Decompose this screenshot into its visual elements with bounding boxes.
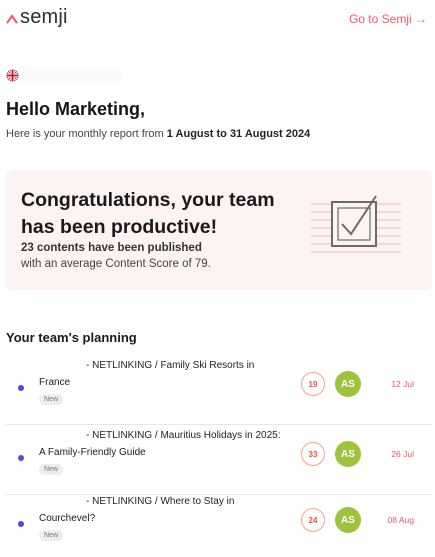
due-date: 12 Jul xyxy=(391,379,414,389)
item-title-line2[interactable]: A Family-Friendly Guide xyxy=(39,447,146,458)
semji-chevron-icon xyxy=(6,14,18,24)
congrats-title: Congratulations, your team has been prod… xyxy=(21,189,275,238)
report-period: Here is your monthly report from 1 Augus… xyxy=(6,128,310,140)
item-title-line1[interactable]: - NETLINKING / Family Ski Resorts in xyxy=(86,360,254,371)
planning-item[interactable]: - NETLINKING / Family Ski Resorts in Fra… xyxy=(6,357,432,425)
report-date-mid: to xyxy=(213,128,230,140)
uk-flag-icon xyxy=(6,69,19,82)
report-date-end: 31 August 2024 xyxy=(229,128,311,140)
assignee-avatar: AS xyxy=(335,371,361,397)
go-to-semji-link[interactable]: Go to Semji → xyxy=(349,12,427,26)
planning-item[interactable]: - NETLINKING / Where to Stay in Courchev… xyxy=(6,493,432,557)
planning-item[interactable]: - NETLINKING / Mauritius Holidays in 202… xyxy=(6,427,432,495)
redacted-label xyxy=(39,430,85,441)
greeting-title: Hello Marketing, xyxy=(6,99,146,119)
semji-logo[interactable]: semji xyxy=(6,6,68,29)
due-date: 08 Aug xyxy=(387,515,414,525)
email-header: semji Go to Semji → xyxy=(6,6,429,32)
item-title-line1[interactable]: - NETLINKING / Where to Stay in xyxy=(86,496,234,507)
item-title-line2[interactable]: France xyxy=(39,377,70,388)
average-score-text: with an average Content Score of 79. xyxy=(21,258,211,270)
status-badge: New xyxy=(39,464,64,475)
status-bullet-icon xyxy=(18,455,24,461)
item-title-line1[interactable]: - NETLINKING / Mauritius Holidays in 202… xyxy=(86,430,281,441)
language-label-area xyxy=(22,69,122,81)
status-badge: New xyxy=(39,530,64,541)
report-date-start: 1 August xyxy=(166,128,214,140)
assignee-avatar: AS xyxy=(335,507,361,533)
redacted-label xyxy=(39,360,85,371)
status-bullet-icon xyxy=(18,521,24,527)
checked-box-illustration xyxy=(311,195,401,253)
redacted-label xyxy=(39,496,85,507)
due-date: 26 Jul xyxy=(391,449,414,459)
logo-text: semji xyxy=(20,6,68,28)
content-score: 33 xyxy=(301,442,325,466)
content-score: 24 xyxy=(301,508,325,532)
assignee-avatar: AS xyxy=(335,441,361,467)
published-count: 23 contents have been published xyxy=(21,242,202,254)
report-prefix: Here is your monthly report from xyxy=(6,128,167,140)
item-title-line2[interactable]: Courchevel? xyxy=(39,513,95,524)
planning-title: Your team's planning xyxy=(6,330,137,345)
status-badge: New xyxy=(39,394,64,405)
status-bullet-icon xyxy=(18,385,24,391)
congrats-card: Congratulations, your team has been prod… xyxy=(6,170,432,290)
content-score: 19 xyxy=(301,372,325,396)
